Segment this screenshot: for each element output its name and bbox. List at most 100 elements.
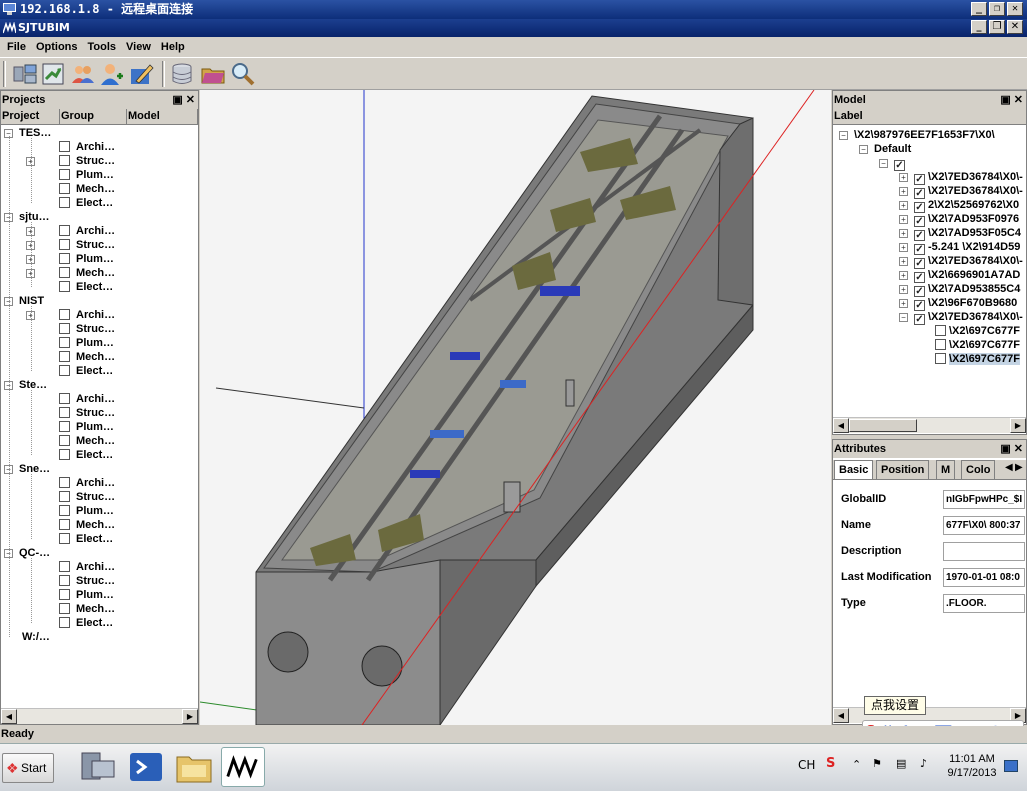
close-icon[interactable]: ✕ xyxy=(1014,94,1023,106)
group-checkbox[interactable] xyxy=(59,561,70,572)
group-checkbox[interactable] xyxy=(59,309,70,320)
attr-value-field[interactable]: 1970-01-01 08:0 xyxy=(943,568,1025,587)
language-indicator[interactable]: CH xyxy=(798,758,815,772)
float-icon[interactable]: ▣ xyxy=(1000,443,1010,455)
collapse-icon[interactable]: − xyxy=(899,313,908,322)
collapse-icon[interactable]: − xyxy=(839,131,848,140)
group-checkbox[interactable] xyxy=(59,533,70,544)
group-checkbox[interactable] xyxy=(59,617,70,628)
collapse-icon[interactable]: − xyxy=(859,145,868,154)
menu-view[interactable]: View xyxy=(121,41,156,53)
float-icon[interactable]: ▣ xyxy=(172,94,182,106)
flag-icon[interactable]: ⚑ xyxy=(872,757,882,770)
scroll-thumb[interactable] xyxy=(849,419,917,432)
group-node[interactable]: Plum… xyxy=(26,336,114,350)
import-icon[interactable] xyxy=(40,61,66,87)
group-checkbox[interactable] xyxy=(59,323,70,334)
model-item[interactable]: + \X2\7ED36784\X0\- xyxy=(899,184,1023,199)
group-checkbox[interactable] xyxy=(59,351,70,362)
group-node[interactable]: Mech… xyxy=(26,350,115,364)
col-label[interactable]: Label xyxy=(833,109,1026,124)
group-node[interactable]: Elect… xyxy=(26,448,113,462)
users-icon[interactable] xyxy=(70,61,96,87)
model-item[interactable]: + \X2\7AD953855C4 xyxy=(899,282,1020,297)
group-checkbox[interactable] xyxy=(59,589,70,600)
group-checkbox[interactable] xyxy=(59,365,70,376)
group-node[interactable]: Struc… xyxy=(26,490,115,504)
model-item[interactable]: +2\X2\52569762\X0 xyxy=(899,198,1019,213)
clock[interactable]: 11:01 AM 9/17/2013 xyxy=(942,752,1002,780)
group-node[interactable]: + Struc… xyxy=(26,154,115,168)
expand-icon[interactable]: + xyxy=(899,187,908,196)
database-icon[interactable] xyxy=(170,61,196,87)
group-checkbox[interactable] xyxy=(59,491,70,502)
volume-icon[interactable]: ♪ xyxy=(920,757,927,770)
menu-tools[interactable]: Tools xyxy=(83,41,122,53)
expand-icon[interactable]: + xyxy=(899,173,908,182)
group-node[interactable]: Archi… xyxy=(26,476,115,490)
expand-icon[interactable]: + xyxy=(899,271,908,280)
group-node[interactable]: Archi… xyxy=(26,392,115,406)
tab-scroll-right-icon[interactable]: ▶ xyxy=(1015,462,1023,473)
search-icon[interactable] xyxy=(229,61,255,87)
show-desktop-icon[interactable] xyxy=(1004,760,1018,772)
group-checkbox[interactable] xyxy=(59,603,70,614)
tab-basic[interactable]: Basic xyxy=(834,460,874,479)
show-hidden-icons[interactable]: ⌃ xyxy=(852,758,861,771)
add-user-icon[interactable] xyxy=(98,61,124,87)
attr-value-field[interactable]: nIGbFpwHPc_$I xyxy=(943,490,1025,509)
collapse-icon[interactable]: − xyxy=(879,159,888,168)
group-checkbox[interactable] xyxy=(59,337,70,348)
float-icon[interactable]: ▣ xyxy=(1000,94,1010,106)
col-group[interactable]: Group xyxy=(60,109,127,124)
group-node[interactable]: Plum… xyxy=(26,168,114,182)
project-node[interactable]: W:/… xyxy=(22,630,50,644)
group-checkbox[interactable] xyxy=(59,225,70,236)
group-node[interactable]: Struc… xyxy=(26,574,115,588)
group-node[interactable]: Elect… xyxy=(26,280,113,294)
group-checkbox[interactable] xyxy=(59,435,70,446)
group-checkbox[interactable] xyxy=(59,407,70,418)
group-checkbox[interactable] xyxy=(59,449,70,460)
expand-icon[interactable]: + xyxy=(899,201,908,210)
expand-icon[interactable]: + xyxy=(899,215,908,224)
model-item[interactable]: + \X2\96F670B9680 xyxy=(899,296,1017,311)
group-node[interactable]: Archi… xyxy=(26,140,115,154)
group-checkbox[interactable] xyxy=(59,477,70,488)
rdp-minimize-button[interactable]: _ xyxy=(971,2,987,16)
model-subitem[interactable]: \X2\697C677F xyxy=(935,352,1020,366)
group-node[interactable]: Mech… xyxy=(26,434,115,448)
app-restore-button[interactable]: ❐ xyxy=(989,20,1005,34)
model-checkbox[interactable] xyxy=(914,314,925,325)
network-icon[interactable]: ▤ xyxy=(896,757,906,770)
tab-scroll-left-icon[interactable]: ◀ xyxy=(1005,462,1013,473)
model-checkbox[interactable] xyxy=(935,339,946,350)
model-item[interactable]: + \X2\7ED36784\X0\- xyxy=(899,254,1023,269)
group-node[interactable]: Plum… xyxy=(26,504,114,518)
group-checkbox[interactable] xyxy=(59,155,70,166)
close-icon[interactable]: ✕ xyxy=(186,94,195,106)
tab-position[interactable]: Position xyxy=(876,460,930,479)
project-node[interactable]: − Sne… xyxy=(4,462,50,476)
group-checkbox[interactable] xyxy=(59,197,70,208)
model-item[interactable]: + \X2\7ED36784\X0\- xyxy=(899,170,1023,185)
powershell-icon[interactable] xyxy=(124,747,168,787)
project-node[interactable]: − Ste… xyxy=(4,378,47,392)
group-node[interactable]: Elect… xyxy=(26,364,113,378)
scroll-right-arrow[interactable]: ▶ xyxy=(1010,418,1026,433)
sjtubim-app-icon[interactable] xyxy=(221,747,265,787)
open-folder-icon[interactable] xyxy=(200,61,226,87)
group-node[interactable]: + Archi… xyxy=(26,224,115,238)
close-icon[interactable]: ✕ xyxy=(1014,443,1023,455)
model-default-node[interactable]: − Default xyxy=(859,142,911,156)
group-node[interactable]: Struc… xyxy=(26,406,115,420)
scroll-left-arrow[interactable]: ◀ xyxy=(833,418,849,433)
group-checkbox[interactable] xyxy=(59,239,70,250)
group-checkbox[interactable] xyxy=(59,421,70,432)
model-item[interactable]: + -5.241 \X2\914D59 xyxy=(899,240,1020,255)
menu-options[interactable]: Options xyxy=(31,41,83,53)
group-checkbox[interactable] xyxy=(59,183,70,194)
expand-icon[interactable]: + xyxy=(899,257,908,266)
scroll-left-arrow[interactable]: ◀ xyxy=(1,709,17,724)
model-hscrollbar[interactable]: ◀ ▶ xyxy=(833,417,1026,433)
